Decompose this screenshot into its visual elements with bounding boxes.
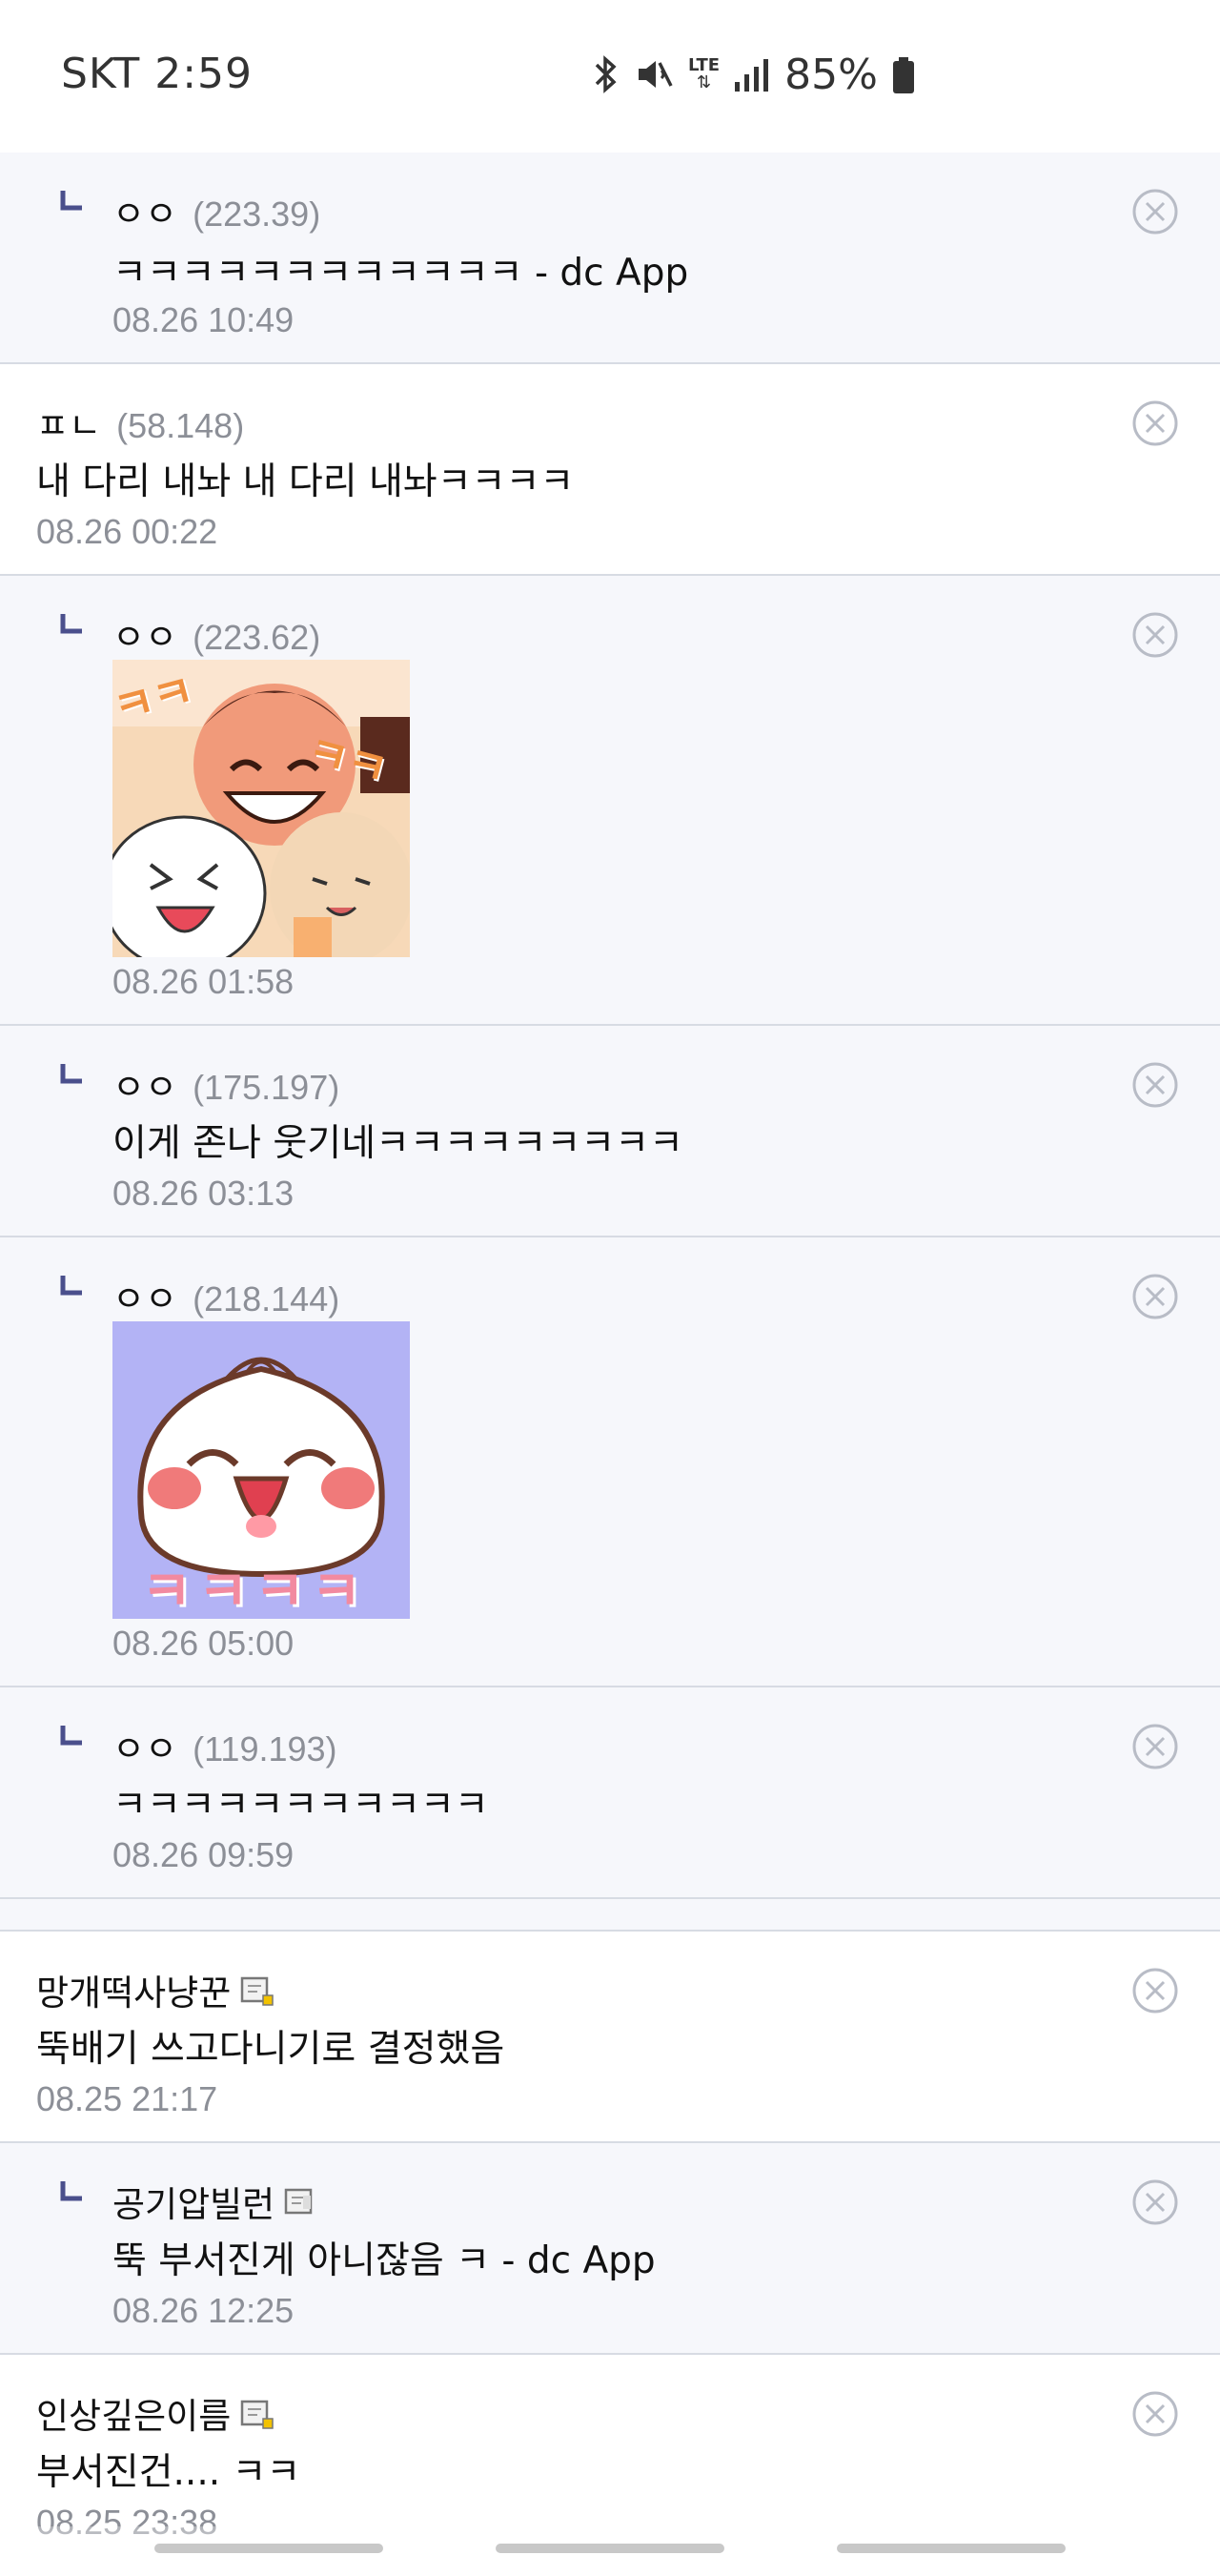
laughing-people-sticker[interactable]: ㅋㅋ ㅋㅋ (112, 660, 410, 957)
comment-reply: ㅇㅇ (223.62) ㅋㅋ ㅋㅋ 08.26 01:58 (0, 576, 1220, 1026)
comment-text: ㅋㅋㅋㅋㅋㅋㅋㅋㅋㅋㅋㅋ - dc App (112, 252, 689, 295)
comment-nickname[interactable]: ㅇㅇ (112, 185, 177, 236)
gallog-icon[interactable] (284, 2186, 318, 2218)
comment-nickname[interactable]: ㅇㅇ (112, 1058, 177, 1110)
laughing-dumpling-sticker[interactable]: ㅋㅋㅋㅋ (112, 1321, 410, 1619)
comment-reply: ㅇㅇ (119.193) ㅋㅋㅋㅋㅋㅋㅋㅋㅋㅋㅋ 08.26 09:59 (0, 1687, 1220, 1899)
comment-time: 08.26 05:00 (112, 1624, 295, 1663)
comment-ip: (218.144) (193, 1279, 340, 1319)
comment-reply: ㅇㅇ (218.144) ㅋㅋㅋㅋ 08.26 05:00 (0, 1237, 1220, 1687)
delete-comment-icon[interactable] (1128, 1270, 1182, 1323)
delete-comment-icon[interactable] (1128, 1964, 1182, 2017)
delete-comment-icon[interactable] (1128, 2387, 1182, 2441)
comment-ip: (58.148) (116, 406, 245, 445)
comment-time: 08.26 12:25 (112, 2291, 295, 2330)
comment-ip: (175.197) (193, 1068, 340, 1107)
comment: ㅍㄴ (58.148) 내 다리 내놔 내 다리 내놔ㅋㅋㅋㅋ 08.26 00:… (0, 364, 1220, 576)
comment-time: 08.26 10:49 (112, 300, 295, 339)
comment: 망개떡사냥꾼 뚝배기 쓰고다니기로 결정했음 08.25 21:17 (0, 1932, 1220, 2143)
comment-nickname[interactable]: ㅇㅇ (112, 1720, 177, 1771)
battery-icon (892, 57, 914, 93)
comment-time: 08.26 01:58 (112, 962, 295, 1001)
comment-text: 내 다리 내놔 내 다리 내놔ㅋㅋㅋㅋ (36, 460, 575, 503)
nav-recent-button[interactable] (154, 2544, 383, 2553)
comment-ip: (223.39) (193, 194, 321, 234)
mute-icon (639, 61, 673, 88)
comment-reply: ㅇㅇ (175.197) 이게 존나 웃기네ㅋㅋㅋㅋㅋㅋㅋㅋㅋ 08.26 03:… (0, 1026, 1220, 1237)
reply-arrow-icon (60, 191, 82, 211)
comment-text: 뚝배기 쓰고다니기로 결정했음 (36, 2028, 505, 2071)
lte-icon: LTE ⇅ (688, 55, 721, 92)
status-icons: LTE ⇅ 85% (591, 46, 916, 103)
delete-comment-icon[interactable] (1128, 397, 1182, 450)
delete-comment-icon[interactable] (1128, 185, 1182, 238)
bluetooth-icon (595, 55, 617, 93)
battery-percent: 85% (784, 50, 878, 99)
comment-ip: (223.62) (193, 618, 321, 657)
comment-time: 08.26 09:59 (112, 1835, 295, 1874)
signal-icon (735, 59, 769, 92)
comment-nickname[interactable]: ㅍㄴ (36, 397, 101, 448)
comment-time: 08.26 00:22 (36, 512, 218, 551)
comment-nickname[interactable]: 망개떡사냥꾼 (36, 1964, 231, 2015)
reply-arrow-icon (60, 2181, 82, 2201)
gallog-icon[interactable] (240, 1974, 274, 2007)
status-bar: SKT 2:59 LTE ⇅ 85% (0, 0, 1220, 119)
comment-nickname[interactable]: ㅇㅇ (112, 608, 177, 660)
navigation-bar (0, 2526, 1220, 2576)
carrier-time: SKT 2:59 (61, 50, 254, 98)
nav-home-button[interactable] (496, 2544, 724, 2553)
reply-arrow-icon (60, 1064, 82, 1084)
comment-time: 08.25 21:17 (36, 2079, 218, 2118)
clipped-previous-comment (0, 119, 1220, 154)
comment-time: 08.26 03:13 (112, 1174, 295, 1213)
nav-back-button[interactable] (837, 2544, 1066, 2553)
delete-comment-icon[interactable] (1128, 2176, 1182, 2229)
comment-text: 이게 존나 웃기네ㅋㅋㅋㅋㅋㅋㅋㅋㅋ (112, 1122, 683, 1165)
comment-text: 부서진건.... ㅋㅋ (36, 2451, 301, 2494)
delete-comment-icon[interactable] (1128, 1720, 1182, 1773)
reply-arrow-icon (60, 1276, 82, 1296)
comment-ip: (119.193) (193, 1729, 337, 1768)
comment-nickname[interactable]: ㅇㅇ (112, 1270, 177, 1321)
comment-group-divider (0, 1899, 1220, 1932)
comment-reply: 공기압빌런 뚝 부서진게 아니잖음 ㅋ - dc App 08.26 12:25 (0, 2143, 1220, 2355)
comment-text: 뚝 부서진게 아니잖음 ㅋ - dc App (112, 2239, 656, 2282)
sticker-laughing-text: ㅋㅋㅋㅋ (141, 1559, 368, 1619)
comment-text: ㅋㅋㅋㅋㅋㅋㅋㅋㅋㅋㅋ (112, 1784, 489, 1827)
delete-comment-icon[interactable] (1128, 608, 1182, 662)
gallog-icon[interactable] (240, 2398, 274, 2430)
comment-reply: ㅇㅇ (223.39) ㅋㅋㅋㅋㅋㅋㅋㅋㅋㅋㅋㅋ - dc App 08.26 1… (0, 153, 1220, 364)
comment-nickname[interactable]: 인상깊은이름 (36, 2387, 231, 2439)
delete-comment-icon[interactable] (1128, 1058, 1182, 1112)
reply-arrow-icon (60, 1726, 82, 1746)
reply-arrow-icon (60, 614, 82, 634)
comment-nickname[interactable]: 공기압빌런 (112, 2176, 274, 2227)
